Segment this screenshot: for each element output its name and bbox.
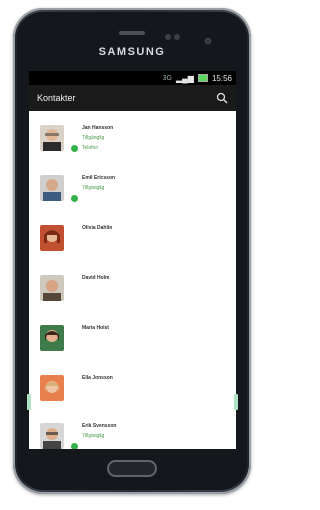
contact-row[interactable]: David Holm xyxy=(29,269,236,315)
contact-name: Jan Hansson xyxy=(82,125,114,131)
contact-row[interactable]: Ella Jonsson xyxy=(29,369,236,415)
edge-indicator-right xyxy=(234,394,238,410)
contact-name: Olivia Dahlin xyxy=(82,225,113,231)
battery-icon xyxy=(197,74,208,82)
contact-row[interactable]: Olivia Dahlin xyxy=(29,219,236,265)
contact-list: Jan Hansson Tillgänglig Telefon Emil Eri… xyxy=(29,111,236,449)
proximity-sensor xyxy=(165,34,171,40)
contact-name: Erik Svensson xyxy=(82,423,117,429)
clock: 15:56 xyxy=(211,73,232,83)
contact-row[interactable]: Erik Svensson Tillgänglig xyxy=(29,417,236,449)
earpiece-speaker xyxy=(119,31,145,35)
contact-name: Maria Holst xyxy=(82,325,109,331)
contact-detail: Telefon xyxy=(82,145,99,151)
avatar xyxy=(40,275,64,301)
status-bar: 3G ▂▄▆ 15:56 xyxy=(29,71,236,85)
contact-status: Tillgänglig xyxy=(82,185,105,191)
contact-row[interactable]: Emil Ericsson Tillgänglig xyxy=(29,169,236,215)
avatar xyxy=(40,423,64,449)
light-sensor xyxy=(174,34,180,40)
search-icon[interactable] xyxy=(216,92,228,104)
page-title: Kontakter xyxy=(37,93,76,103)
contact-status: Tillgänglig xyxy=(82,135,105,141)
brand-logo: SAMSUNG xyxy=(98,46,166,58)
contact-name: David Holm xyxy=(82,275,110,281)
home-button[interactable] xyxy=(107,460,157,477)
avatar xyxy=(40,125,64,151)
online-status-dot xyxy=(71,443,78,449)
contact-row[interactable]: Jan Hansson Tillgänglig Telefon xyxy=(29,119,236,165)
front-camera xyxy=(205,38,211,44)
avatar xyxy=(40,325,64,351)
avatar xyxy=(40,175,64,201)
screen: 3G ▂▄▆ 15:56 Kontakter Jan Hansson Tillg… xyxy=(29,71,236,449)
app-bar: Kontakter xyxy=(29,85,236,111)
avatar xyxy=(40,375,64,401)
network-indicator: 3G xyxy=(162,74,172,82)
online-status-dot xyxy=(71,145,78,152)
avatar xyxy=(40,225,64,251)
signal-icon: ▂▄▆ xyxy=(175,73,194,83)
contact-row[interactable]: Maria Holst xyxy=(29,319,236,365)
online-status-dot xyxy=(71,195,78,202)
contact-name: Emil Ericsson xyxy=(82,175,116,181)
contact-status: Tillgänglig xyxy=(82,433,105,439)
contact-name: Ella Jonsson xyxy=(82,375,113,381)
edge-indicator-left xyxy=(27,394,31,410)
